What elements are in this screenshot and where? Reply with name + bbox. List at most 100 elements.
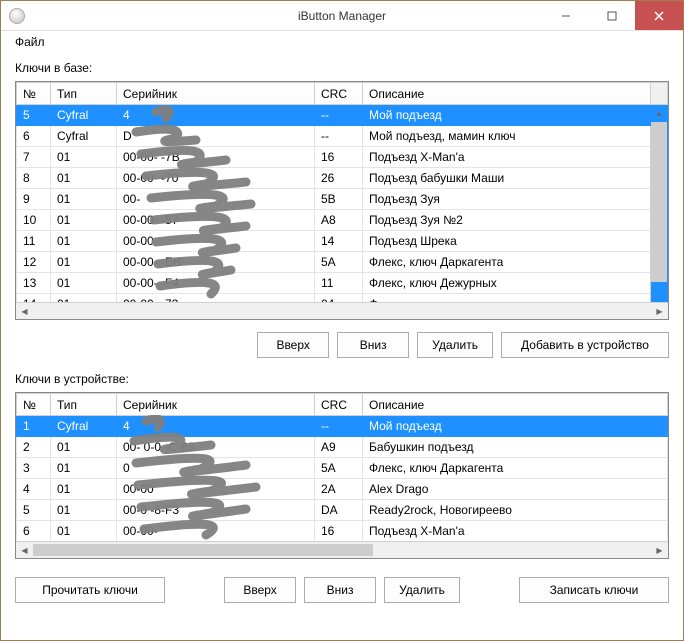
read-keys-button[interactable]: Прочитать ключи [15, 577, 165, 603]
cell-serial: 00-00- -57 [117, 210, 315, 231]
cell-no: 9 [17, 189, 51, 210]
dev-hscroll[interactable]: ◀ ▶ [16, 541, 668, 558]
db-up-button[interactable]: Вверх [257, 332, 329, 358]
dev-col-no[interactable]: № [17, 394, 51, 416]
cell-crc: 14 [315, 231, 363, 252]
table-row[interactable]: 80100-00- -7026Подъезд бабушки Маши [17, 168, 668, 189]
cell-serial: 00-00- -70 [117, 168, 315, 189]
db-col-ser[interactable]: Серийник [117, 83, 315, 105]
minimize-button[interactable] [543, 1, 589, 30]
cell-desc: Мой подъезд [363, 416, 668, 437]
db-delete-button[interactable]: Удалить [417, 332, 493, 358]
cell-desc: Ready2rock, Новогиреево [363, 500, 668, 521]
cell-crc: 04 [315, 294, 363, 303]
db-down-button[interactable]: Вниз [337, 332, 409, 358]
cell-crc: 11 [315, 273, 363, 294]
db-col-no[interactable]: № [17, 83, 51, 105]
cell-desc: Флекс, ключ Дежурных [363, 273, 651, 294]
table-row[interactable]: 110100-00- 14Подъезд Шрека [17, 231, 668, 252]
db-col-crc[interactable]: CRC [315, 83, 363, 105]
cell-type: Cyfral [51, 105, 117, 126]
db-col-desc[interactable]: Описание [363, 83, 651, 105]
table-row[interactable]: 50100-0 -8-F3DAReady2rock, Новогиреево [17, 500, 668, 521]
db-table[interactable]: № Тип Серийник CRC Описание 5Cyfral4--Мо… [16, 82, 668, 302]
cell-type: 01 [51, 500, 117, 521]
cell-type: Cyfral [51, 416, 117, 437]
cell-desc: Подъезд Шрека [363, 231, 651, 252]
device-table[interactable]: № Тип Серийник CRC Описание 1Cyfral4--Мо… [16, 393, 668, 541]
window-controls [543, 1, 683, 30]
device-table-container: № Тип Серийник CRC Описание 1Cyfral4--Мо… [15, 392, 669, 559]
cell-serial: 00- [117, 189, 315, 210]
db-col-type[interactable]: Тип [51, 83, 117, 105]
dev-col-desc[interactable]: Описание [363, 394, 668, 416]
dev-col-ser[interactable]: Серийник [117, 394, 315, 416]
dev-col-type[interactable]: Тип [51, 394, 117, 416]
device-section-label: Ключи в устройстве: [15, 368, 669, 386]
cell-desc: Бабушкин подъезд [363, 437, 668, 458]
table-row[interactable]: 60100-00- 16Подъезд X-Man'а [17, 521, 668, 542]
cell-no: 1 [17, 416, 51, 437]
add-to-device-button[interactable]: Добавить в устройство [501, 332, 669, 358]
cell-serial: 00-00- -73 [117, 294, 315, 303]
table-row[interactable]: 120100-00- -EB5AФлекс, ключ Даркагента [17, 252, 668, 273]
cell-serial: 4 [117, 105, 315, 126]
cell-desc: Мой подъезд, мамин ключ [363, 126, 651, 147]
cell-no: 10 [17, 210, 51, 231]
dev-col-crc[interactable]: CRC [315, 394, 363, 416]
table-row[interactable]: 3010 5AФлекс, ключ Даркагента [17, 458, 668, 479]
cell-no: 13 [17, 273, 51, 294]
cell-no: 14 [17, 294, 51, 303]
app-window: iButton Manager Файл Ключи в базе: [0, 0, 684, 641]
cell-serial: 00-00- [117, 231, 315, 252]
db-hscroll-left-icon[interactable]: ◀ [16, 303, 33, 320]
write-keys-button[interactable]: Записать ключи [519, 577, 669, 603]
dev-hscroll-right-icon[interactable]: ▶ [651, 542, 668, 559]
db-hscroll[interactable]: ◀ ▶ [16, 302, 668, 319]
table-row[interactable]: 100100-00- -57A8Подъезд Зуя №2 [17, 210, 668, 231]
dev-hscroll-left-icon[interactable]: ◀ [16, 542, 33, 559]
cell-type: 01 [51, 294, 117, 303]
table-row[interactable]: 20100- 0-0 -C-63A9Бабушкин подъезд [17, 437, 668, 458]
dev-down-button[interactable]: Вниз [304, 577, 376, 603]
cell-serial: 00-00- [117, 521, 315, 542]
content-area: Ключи в базе: № Тип Серийник CRC Описани… [1, 53, 683, 640]
cell-serial: 00-00- -F4 [117, 273, 315, 294]
cell-serial: 00-00- -EB [117, 252, 315, 273]
cell-type: Cyfral [51, 126, 117, 147]
db-hscroll-right-icon[interactable]: ▶ [651, 303, 668, 320]
cell-serial: 0 [117, 458, 315, 479]
menu-file[interactable]: Файл [7, 33, 53, 51]
table-row[interactable]: 5Cyfral4--Мой подъезд▲▼ [17, 105, 668, 126]
cell-serial: 4 [117, 416, 315, 437]
vscroll-thumb[interactable] [651, 122, 667, 282]
cell-no: 5 [17, 500, 51, 521]
table-row[interactable]: 1Cyfral4--Мой подъезд [17, 416, 668, 437]
cell-type: 01 [51, 189, 117, 210]
cell-desc: Подъезд бабушки Маши [363, 168, 651, 189]
cell-type: 01 [51, 458, 117, 479]
table-row[interactable]: 90100- 5BПодъезд Зуя [17, 189, 668, 210]
cell-no: 11 [17, 231, 51, 252]
dev-delete-button[interactable]: Удалить [384, 577, 460, 603]
cell-crc: A8 [315, 210, 363, 231]
db-vscroll[interactable]: ▲▼ [651, 105, 668, 303]
cell-crc: -- [315, 416, 363, 437]
maximize-button[interactable] [589, 1, 635, 30]
cell-no: 7 [17, 147, 51, 168]
cell-desc: Подъезд Зуя №2 [363, 210, 651, 231]
table-row[interactable]: 140100-00- -7304Ф [17, 294, 668, 303]
close-button[interactable] [635, 1, 683, 30]
table-row[interactable]: 40100-00 2AAlex Drago [17, 479, 668, 500]
dev-hscroll-thumb[interactable] [33, 544, 373, 556]
dev-up-button[interactable]: Вверх [224, 577, 296, 603]
cell-no: 12 [17, 252, 51, 273]
vscroll-down-icon[interactable]: ▼ [651, 297, 667, 302]
table-row[interactable]: 6Cyfral D--Мой подъезд, мамин ключ [17, 126, 668, 147]
cell-type: 01 [51, 273, 117, 294]
db-table-container: № Тип Серийник CRC Описание 5Cyfral4--Мо… [15, 81, 669, 320]
table-row[interactable]: 130100-00- -F411Флекс, ключ Дежурных [17, 273, 668, 294]
table-row[interactable]: 70100-00- -7B16Подъезд X-Man'а [17, 147, 668, 168]
vscroll-up-icon[interactable]: ▲ [651, 105, 667, 122]
app-icon [9, 8, 25, 24]
